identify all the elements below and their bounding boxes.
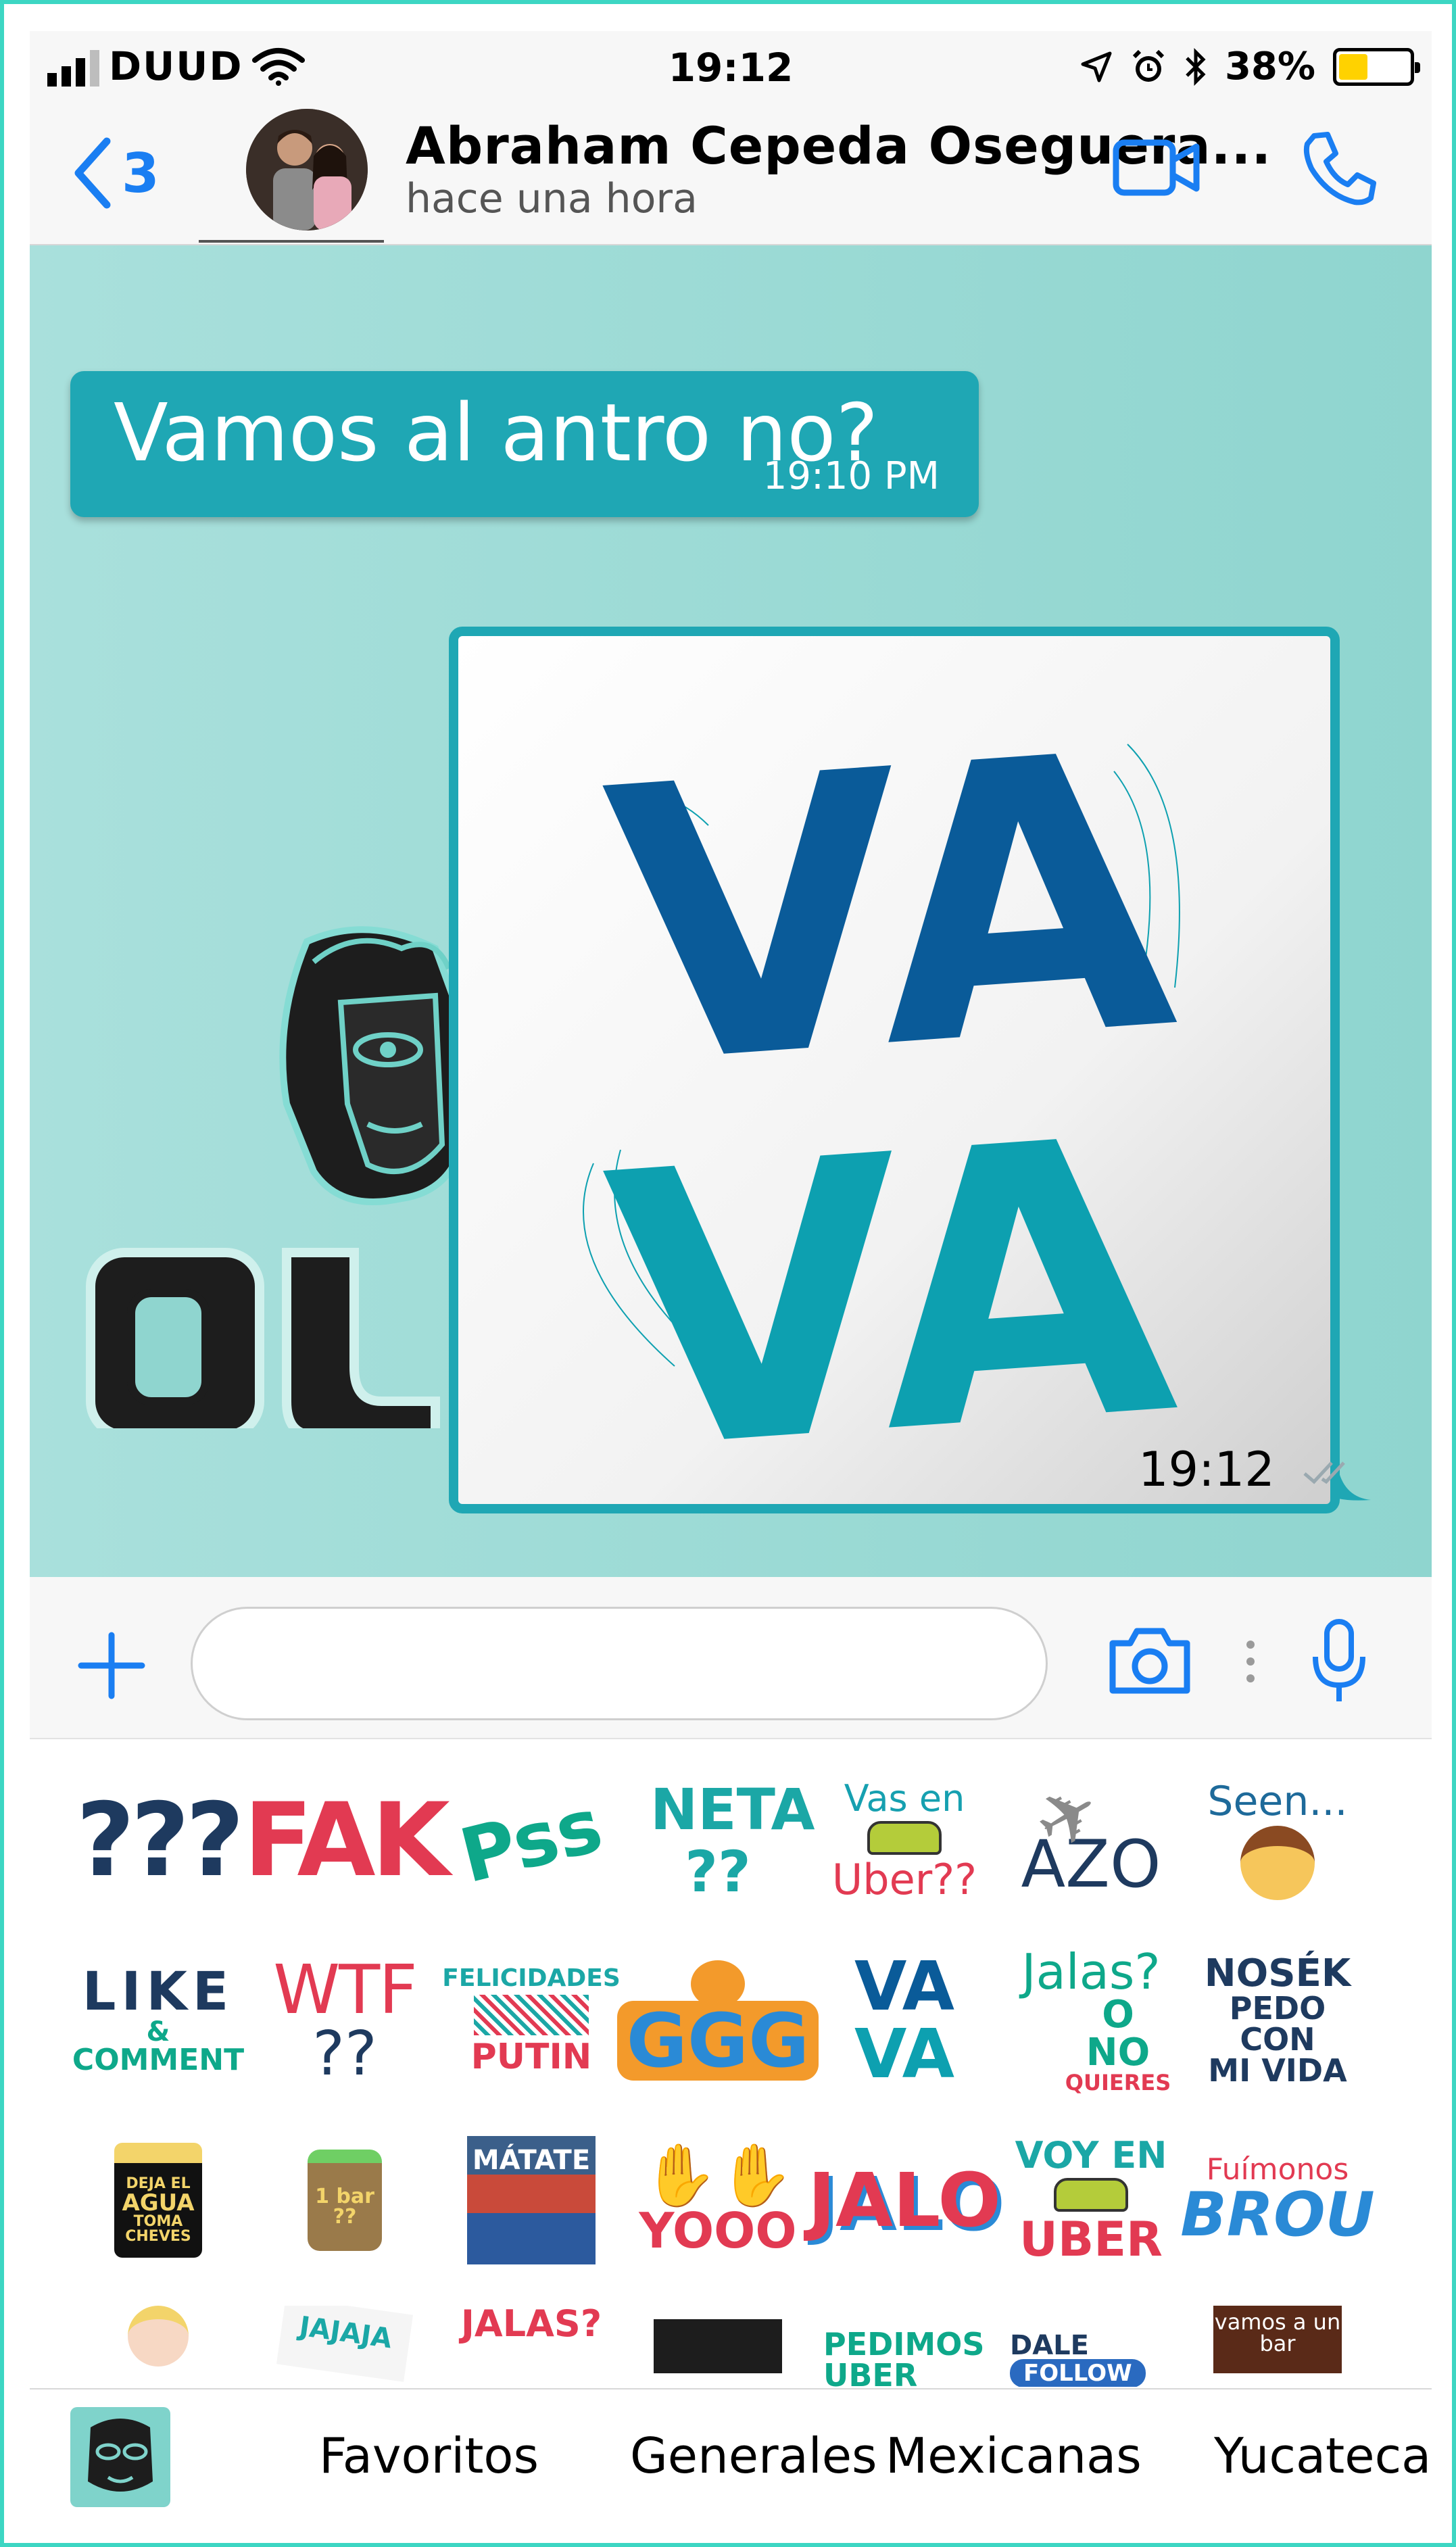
- sticker-question-marks[interactable]: ???: [76, 1766, 244, 1915]
- category-favoritos[interactable]: Favoritos: [319, 2427, 539, 2484]
- car-icon: [1054, 2178, 1128, 2212]
- battery-percent: 38%: [1224, 45, 1315, 89]
- sticker-jalo[interactable]: JALO: [808, 2126, 1001, 2275]
- sticker-jalas-2[interactable]: JALAS?: [450, 2306, 612, 2387]
- device-frame: DUUD 19:12 38% 3 Abraham Cepeda Oseguera…: [0, 0, 1456, 2547]
- sticker-beer-mug[interactable]: DEJA EL AGUA TOMA CHEVES: [77, 2126, 239, 2275]
- cliff-icon: MÁTATE: [467, 2136, 596, 2264]
- sticker-voy-en-uber[interactable]: VOY EN UBER: [1010, 2126, 1172, 2275]
- sticker-pedimos-uber[interactable]: PEDIMOS UBER: [823, 2306, 986, 2387]
- read-receipt-icon: [1303, 1461, 1345, 1484]
- battery-icon: [1333, 47, 1420, 86]
- face-icon: [1240, 1826, 1315, 1900]
- message-input[interactable]: [191, 1607, 1048, 1720]
- vava-sticker: VA VA: [583, 672, 1188, 1536]
- sticker-seen[interactable]: Seen...: [1196, 1766, 1359, 1915]
- unread-count: 3: [122, 141, 160, 205]
- sticker-azo[interactable]: ✈ AZO: [1010, 1764, 1172, 1915]
- sticker-fak[interactable]: FAK: [243, 1766, 450, 1915]
- duud-category-logo-icon[interactable]: [70, 2407, 170, 2507]
- alarm-icon: [1132, 49, 1165, 82]
- microphone-icon[interactable]: [1309, 1618, 1369, 1705]
- phone-screen: DUUD 19:12 38% 3 Abraham Cepeda Oseguera…: [30, 31, 1432, 2532]
- video-call-icon[interactable]: [1113, 139, 1200, 197]
- sticker-vas-en-uber[interactable]: Vas en Uber??: [823, 1766, 986, 1915]
- more-dots-icon[interactable]: [1244, 1638, 1257, 1685]
- back-button[interactable]: 3: [72, 136, 160, 210]
- sticker-ggg[interactable]: GGG: [616, 1946, 819, 2095]
- sticker-jajaja[interactable]: JAJAJA: [264, 2306, 426, 2387]
- chat-header: 3 Abraham Cepeda Oseguera... hace una ho…: [30, 95, 1432, 245]
- vava-line2: VA: [596, 1057, 1188, 1504]
- sticker-like-comment[interactable]: LIKE & COMMENT: [72, 1946, 244, 2095]
- sticker-category-bar: Favoritos Generales Mexicanas Yucatecas: [30, 2388, 1432, 2532]
- hands-icon: ✋✋: [641, 2140, 794, 2211]
- jar-icon: 1 bar ??: [308, 2150, 382, 2251]
- incoming-message-bubble[interactable]: Vamos al antro no? 19:10 PM: [70, 371, 979, 517]
- sticker-jalas[interactable]: Jalas? O NO QUIERES: [1010, 1946, 1172, 2095]
- last-seen: hace una hora: [406, 175, 698, 222]
- sticker-neta[interactable]: NETA ??: [637, 1766, 815, 1915]
- sticker-pss[interactable]: Pss: [450, 1766, 612, 1915]
- beer-mug-icon: DEJA EL AGUA TOMA CHEVES: [114, 2143, 202, 2258]
- back-chevron-icon: [74, 137, 111, 209]
- sticker-vava-small[interactable]: VA VA: [823, 1946, 986, 2095]
- sticker-grid: ??? FAK Pss NETA ?? Vas en Uber?? ✈ AZO …: [30, 1739, 1432, 2388]
- add-icon[interactable]: [74, 1628, 149, 1703]
- outgoing-sticker-bubble[interactable]: VA VA: [449, 627, 1340, 1536]
- category-yucatecas[interactable]: Yucatecas: [1214, 2427, 1432, 2484]
- sticker-baby[interactable]: [77, 2306, 239, 2387]
- location-icon: [1081, 51, 1112, 82]
- status-bar: DUUD 19:12 38%: [30, 31, 1432, 95]
- category-generales[interactable]: Generales: [630, 2427, 877, 2484]
- sticker-nosek[interactable]: NOSÉK PEDO CON MI VIDA: [1196, 1946, 1359, 2095]
- car-icon: [867, 1821, 942, 1855]
- sticker-yooo[interactable]: ✋✋ YOOO: [637, 2126, 799, 2275]
- screenshot-thumbnail-icon: [654, 2306, 782, 2373]
- sticker-dale-follow[interactable]: DALE FOLLOW: [1010, 2306, 1172, 2387]
- phone-icon[interactable]: [1301, 129, 1379, 208]
- sticker-fuimonos-brou[interactable]: Fuímonos BROU: [1180, 2126, 1375, 2275]
- sticker-vamos-a-un-bar[interactable]: vamos a un bar: [1196, 2306, 1359, 2387]
- sticker-jar[interactable]: 1 bar ??: [264, 2126, 426, 2275]
- chat-area[interactable]: DU Vamos al antro no? 19:10 PM VA VA 19:…: [30, 245, 1432, 1577]
- sticker-time: 19:12: [1138, 1442, 1356, 1497]
- category-mexicanas[interactable]: Mexicanas: [885, 2427, 1142, 2484]
- avatar-underline: [199, 240, 384, 243]
- confetti-icon: [474, 1995, 589, 2035]
- sticker-wtf[interactable]: WTF ??: [264, 1946, 426, 2095]
- camera-icon[interactable]: [1107, 1626, 1192, 1696]
- avatar[interactable]: [246, 109, 368, 231]
- incoming-message-time: 19:10 PM: [762, 454, 940, 498]
- status-right: 38%: [1080, 45, 1420, 89]
- sticker-felicidades-putin[interactable]: FELICIDADES PUTIN: [442, 1946, 620, 2095]
- sticker-matate[interactable]: MÁTATE: [450, 2126, 612, 2275]
- baby-face-icon: [128, 2306, 189, 2367]
- sticker-screenshot[interactable]: [637, 2306, 799, 2387]
- bluetooth-icon: [1186, 47, 1206, 86]
- composer-bar: [30, 1577, 1432, 1739]
